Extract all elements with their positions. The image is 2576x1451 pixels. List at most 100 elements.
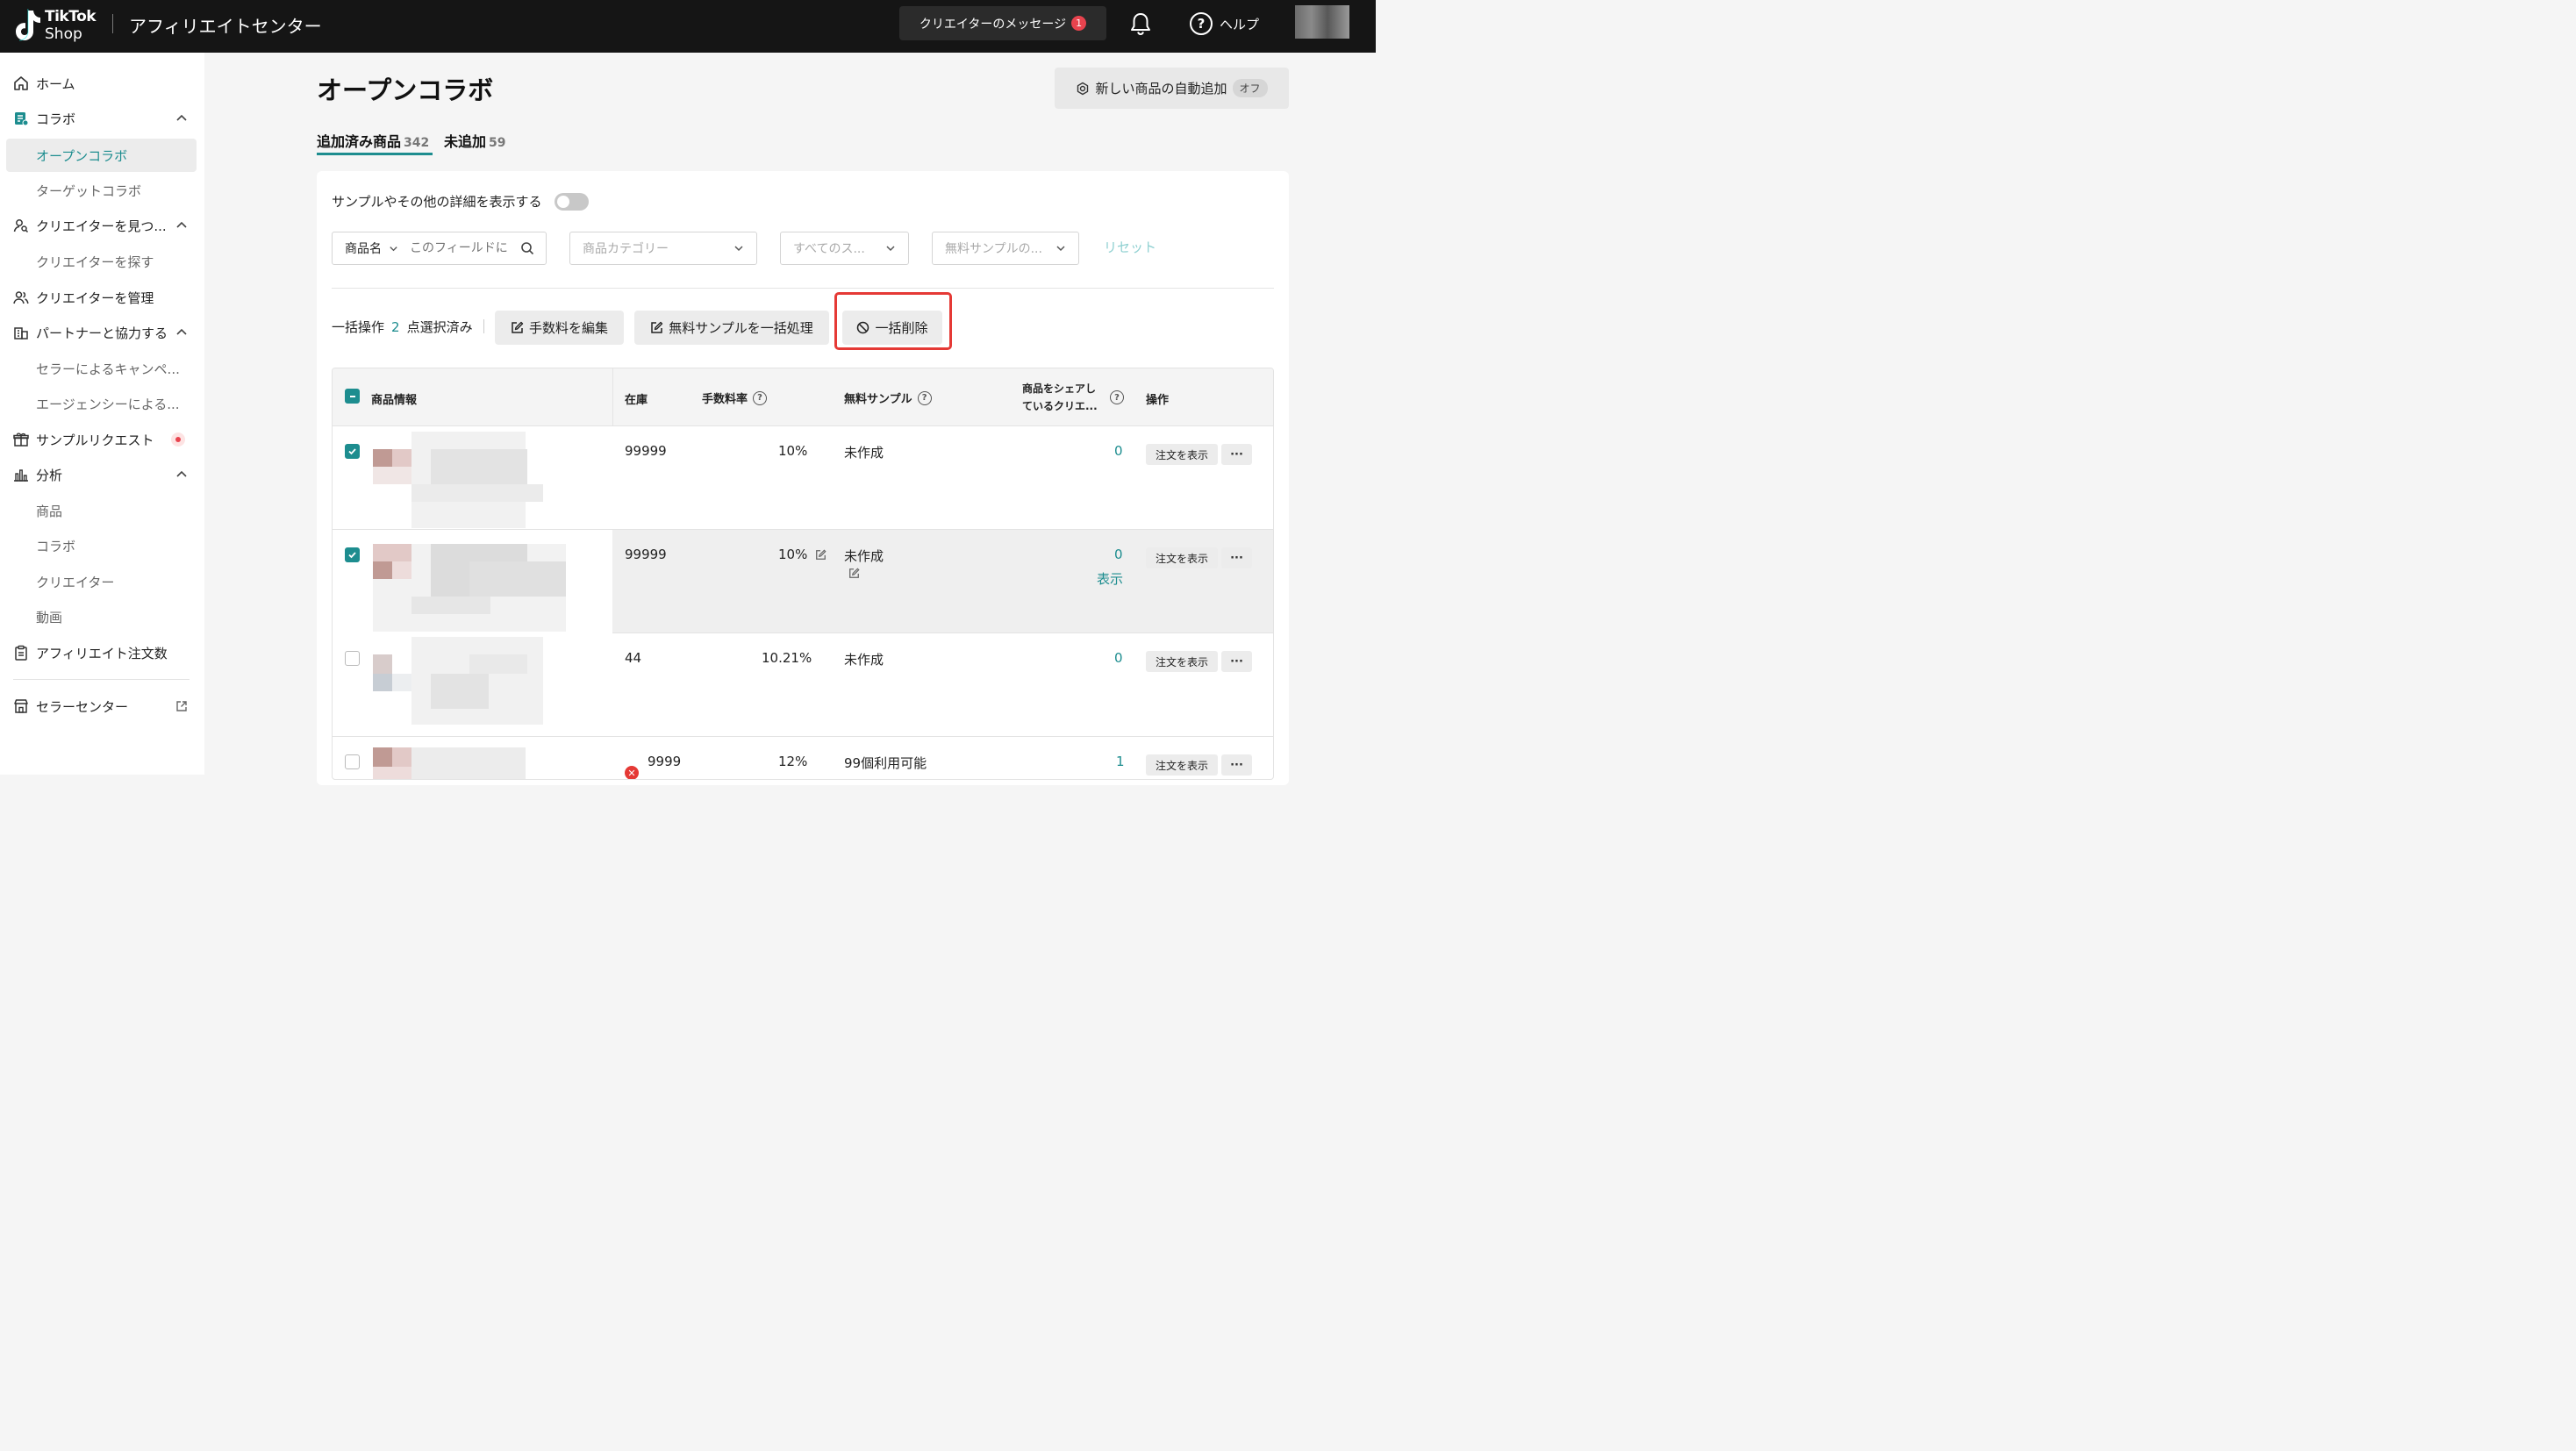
chevron-up-icon[interactable] [175, 468, 188, 481]
help-circle-icon[interactable]: ? [1110, 390, 1124, 404]
sidebar-item-target-collab[interactable]: ターゲットコラボ [0, 174, 204, 207]
sidebar-item-agency[interactable]: エージェンシーによる... [0, 387, 204, 420]
reset-link[interactable]: リセット [1104, 238, 1156, 256]
help-button[interactable]: ? ヘルプ [1190, 12, 1259, 35]
header-sharing-creators[interactable]: 商品をシェアし ているクリエ... [1022, 381, 1098, 413]
sidebar-item-label: コラボ [36, 538, 76, 554]
table-header: 商品情報 在庫 手数料率 ? 無料サンプル ? 商品をシェアし ているクリエ..… [333, 368, 1273, 426]
free-sample-select[interactable]: 無料サンプルの... [932, 232, 1079, 265]
avatar[interactable] [1295, 5, 1349, 39]
edit-icon[interactable] [815, 549, 826, 561]
search-field-select[interactable]: 商品名 [345, 239, 398, 257]
bulk-separator [483, 319, 484, 333]
sidebar-item-analytics-videos[interactable]: 動画 [0, 600, 204, 633]
sidebar-item-manage-creators[interactable]: クリエイターを管理 [0, 281, 204, 314]
category-select[interactable]: 商品カテゴリー [569, 232, 757, 265]
sidebar-item-find-creators-group[interactable]: クリエイターを見つ... [0, 209, 204, 242]
bulk-sample-button[interactable]: 無料サンプルを一括処理 [634, 311, 829, 345]
sample-status: 未作成 [844, 548, 884, 564]
sidebar-item-collab[interactable]: コラボ [0, 102, 204, 135]
bulk-actions-label: 一括操作 2 点選択済み [332, 318, 473, 336]
sidebar-item-seller-campaigns[interactable]: セラーによるキャンペ... [0, 352, 204, 385]
product-thumbnail[interactable] [373, 526, 566, 632]
more-actions-button[interactable]: ··· [1221, 547, 1252, 568]
view-creators-link[interactable]: 表示 [1097, 569, 1123, 588]
sample-status: 99個利用可能 [844, 755, 927, 771]
sidebar-item-label: サンプルリクエスト [36, 432, 154, 448]
sidebar-item-analytics-products[interactable]: 商品 [0, 494, 204, 527]
row-checkbox[interactable] [345, 651, 360, 666]
chevron-up-icon[interactable] [175, 112, 188, 125]
clipboard-icon [15, 645, 27, 661]
product-thumbnail[interactable] [373, 432, 545, 528]
more-actions-button[interactable]: ··· [1221, 444, 1252, 465]
header-free-sample[interactable]: 無料サンプル ? [844, 390, 932, 406]
auto-add-products-button[interactable]: 新しい商品の自動追加 オフ [1055, 68, 1289, 109]
sidebar-item-label: クリエイターを管理 [36, 289, 154, 306]
edit-icon[interactable] [848, 568, 860, 579]
notification-dot [171, 432, 185, 447]
table-row: 44 10.21% 未作成 0 注文を表示 ··· [333, 633, 1273, 737]
help-circle-icon[interactable]: ? [917, 390, 932, 405]
sidebar-item-label: 動画 [36, 609, 63, 625]
sharing-creators-count[interactable]: 0 [1114, 650, 1123, 666]
edit-commission-button[interactable]: 手数料を編集 [495, 311, 624, 345]
chevron-up-icon[interactable] [175, 219, 188, 232]
view-orders-button[interactable]: 注文を表示 [1146, 547, 1218, 568]
top-bar: TikTok Shop アフィリエイトセンター クリエイターのメッセージ 1 ?… [0, 0, 1376, 53]
view-orders-button[interactable]: 注文を表示 [1146, 754, 1218, 776]
sidebar-item-analytics[interactable]: 分析 [0, 458, 204, 491]
chevron-up-icon[interactable] [175, 326, 188, 339]
sidebar-divider [13, 679, 190, 680]
sidebar-item-find-creators[interactable]: クリエイターを探す [0, 245, 204, 278]
header-commission-label: 手数料率 [702, 393, 748, 406]
row-checkbox[interactable] [345, 547, 360, 562]
sidebar-item-partners[interactable]: パートナーと協力する [0, 316, 204, 349]
sidebar-item-analytics-collab[interactable]: コラボ [0, 529, 204, 562]
show-details-row: サンプルやその他の詳細を表示する [332, 192, 589, 211]
sidebar-item-label: 商品 [36, 503, 63, 519]
row-checkbox[interactable] [345, 754, 360, 769]
more-actions-button[interactable]: ··· [1221, 754, 1252, 776]
bell-icon[interactable] [1129, 11, 1152, 36]
sidebar-item-analytics-creators[interactable]: クリエイター [0, 565, 204, 598]
help-circle-icon[interactable]: ? [753, 390, 768, 405]
sharing-creators-count[interactable]: 0 [1114, 547, 1123, 562]
creator-messages-button[interactable]: クリエイターのメッセージ 1 [899, 6, 1106, 40]
sidebar-item-home[interactable]: ホーム [0, 67, 204, 100]
logo-text-shop: Shop [45, 25, 82, 43]
tab-added-products[interactable]: 追加済み商品 342 [317, 130, 429, 151]
gift-icon [13, 432, 29, 447]
product-thumbnail[interactable] [373, 747, 545, 779]
view-orders-button[interactable]: 注文を表示 [1146, 444, 1218, 465]
show-details-toggle[interactable] [554, 192, 589, 211]
table-row: 99999 10% 未作成 0 注文を表示 ··· [333, 426, 1273, 530]
tab-not-added[interactable]: 未追加 59 [444, 130, 506, 151]
tiktok-shop-logo[interactable]: TikTok Shop [12, 6, 100, 46]
auto-add-label: 新しい商品の自動追加 [1095, 81, 1227, 96]
header-product-info[interactable]: 商品情報 [371, 390, 417, 407]
check-icon [348, 552, 356, 559]
search-icon[interactable] [520, 241, 534, 255]
sidebar-item-affiliate-orders[interactable]: アフィリエイト注文数 [0, 636, 204, 669]
sidebar-item-sample-requests[interactable]: サンプルリクエスト [0, 423, 204, 456]
search-input[interactable] [410, 241, 515, 255]
sidebar-item-seller-center[interactable]: セラーセンター [0, 690, 204, 723]
more-actions-button[interactable]: ··· [1221, 651, 1252, 672]
header-stock[interactable]: 在庫 [625, 390, 648, 407]
sharing-creators-count[interactable]: 0 [1114, 443, 1123, 459]
header-free-sample-label: 無料サンプル [844, 393, 912, 406]
sidebar-item-open-collab[interactable]: オープンコラボ [6, 139, 197, 172]
sample-status: 未作成 [844, 445, 884, 461]
select-all-checkbox[interactable] [345, 389, 360, 404]
card-divider [332, 288, 1274, 289]
sharing-creators-count[interactable]: 1 [1116, 754, 1125, 769]
row-checkbox[interactable] [345, 444, 360, 459]
column-separator [612, 368, 613, 426]
tab-label: 未追加 [444, 133, 487, 150]
view-orders-button[interactable]: 注文を表示 [1146, 651, 1218, 672]
message-count-badge: 1 [1071, 16, 1087, 31]
product-thumbnail[interactable] [373, 637, 545, 733]
header-commission[interactable]: 手数料率 ? [702, 390, 768, 406]
status-select[interactable]: すべてのス... [780, 232, 909, 265]
